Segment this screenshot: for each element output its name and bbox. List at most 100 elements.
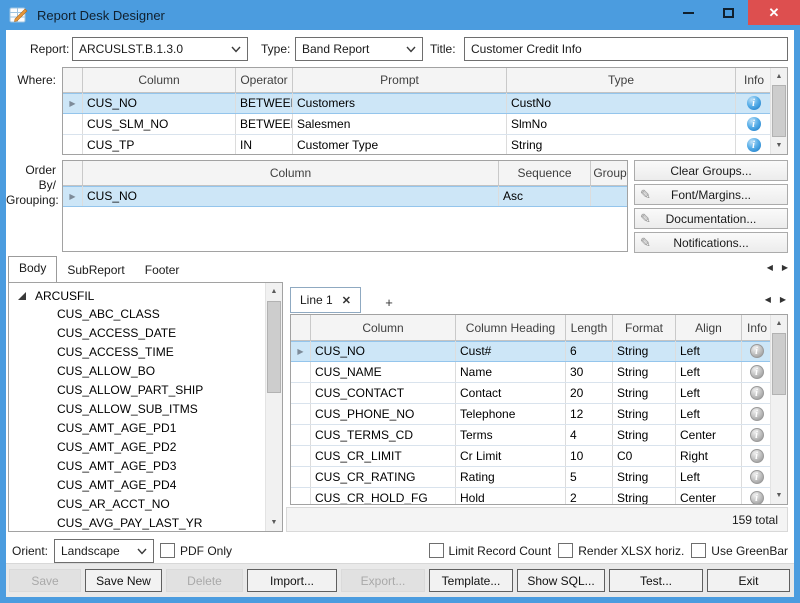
cell-column-heading[interactable]: Name xyxy=(456,362,566,382)
line-table-row[interactable]: ▶ CUS_CR_HOLD_FG Hold 2 String Center i xyxy=(291,488,772,505)
row-selector-cell[interactable]: ▶ xyxy=(291,383,311,403)
cell-align[interactable]: Left xyxy=(676,467,742,487)
tab-scroll-left-icon[interactable]: ◀ xyxy=(765,295,771,304)
cell-length[interactable]: 2 xyxy=(566,488,613,505)
cell-column[interactable]: CUS_SLM_NO xyxy=(83,114,236,134)
row-selector-cell[interactable]: ▶ xyxy=(291,341,311,361)
row-selector-cell[interactable]: ▶ xyxy=(63,186,83,206)
tab-subreport[interactable]: SubReport xyxy=(57,259,134,282)
tree-item[interactable]: CUS_AMT_AGE_PD1 xyxy=(9,419,265,438)
row-selector-cell[interactable]: ▶ xyxy=(63,93,83,113)
cell-column-heading[interactable]: Terms xyxy=(456,425,566,445)
tree-item[interactable]: CUS_AMT_AGE_PD4 xyxy=(9,476,265,495)
tab-scroll-left-icon[interactable]: ◀ xyxy=(767,263,773,272)
order-col-header[interactable]: Sequence xyxy=(499,161,591,185)
info-icon[interactable]: i xyxy=(750,407,764,421)
checkbox-box[interactable] xyxy=(558,543,573,558)
info-icon[interactable]: i xyxy=(750,428,764,442)
cell-column[interactable]: CUS_CR_LIMIT xyxy=(311,446,456,466)
cell-type[interactable]: String xyxy=(507,135,736,155)
where-table-row[interactable]: ▶ CUS_SLM_NO BETWEEN Salesmen SlmNo i xyxy=(63,114,772,135)
tab-scroll-right-icon[interactable]: ▶ xyxy=(782,263,788,272)
row-selector-cell[interactable]: ▶ xyxy=(291,425,311,445)
side-button-documentation[interactable]: ✎ Documentation... xyxy=(634,208,788,229)
tree-item[interactable]: CUS_AMT_AGE_PD2 xyxy=(9,438,265,457)
cell-length[interactable]: 5 xyxy=(566,467,613,487)
add-line-tab-button[interactable]: + xyxy=(376,291,402,313)
minimize-button[interactable] xyxy=(668,0,708,25)
tree-item[interactable]: CUS_ACCESS_DATE xyxy=(9,324,265,343)
scrollbar-thumb[interactable] xyxy=(772,85,786,137)
scrollbar-thumb[interactable] xyxy=(267,301,281,393)
cell-column-heading[interactable]: Hold xyxy=(456,488,566,505)
button-template[interactable]: Template... xyxy=(429,569,513,592)
where-col-header[interactable]: Operator xyxy=(236,68,293,92)
line-table-row[interactable]: ▶ CUS_NO Cust# 6 String Left i xyxy=(291,341,772,362)
info-icon[interactable]: i xyxy=(750,470,764,484)
cell-format[interactable]: String xyxy=(613,425,676,445)
cell-column[interactable]: CUS_NO xyxy=(83,93,236,113)
cell-column[interactable]: CUS_CONTACT xyxy=(311,383,456,403)
where-table-row[interactable]: ▶ CUS_NO BETWEEN Customers CustNo i xyxy=(63,93,772,114)
button-save[interactable]: Save xyxy=(9,569,81,592)
cell-align[interactable]: Center xyxy=(676,425,742,445)
info-icon[interactable]: i xyxy=(750,344,764,358)
info-icon[interactable]: i xyxy=(750,491,764,505)
order-by-table-row[interactable]: ▶ CUS_NO Asc xyxy=(63,186,628,207)
cell-align[interactable]: Center xyxy=(676,488,742,505)
order-col-header[interactable]: Column xyxy=(83,161,499,185)
line-col-header[interactable]: Format xyxy=(613,315,676,340)
where-table-row[interactable]: ▶ CUS_TP IN Customer Type String i xyxy=(63,135,772,155)
button-save-new[interactable]: Save New xyxy=(85,569,162,592)
checkbox-use-greenbar[interactable]: Use GreenBar xyxy=(691,543,788,558)
row-selector-cell[interactable]: ▶ xyxy=(63,114,83,134)
cell-operator[interactable]: BETWEEN xyxy=(236,93,293,113)
where-col-header[interactable]: Prompt xyxy=(293,68,507,92)
info-icon[interactable]: i xyxy=(750,449,764,463)
cell-column-heading[interactable]: Contact xyxy=(456,383,566,403)
vertical-scrollbar[interactable]: ▲ ▼ xyxy=(770,315,787,504)
side-button-clear-groups[interactable]: ✎ Clear Groups... xyxy=(634,160,788,181)
cell-format[interactable]: String xyxy=(613,383,676,403)
cell-type[interactable]: SlmNo xyxy=(507,114,736,134)
cell-column[interactable]: CUS_TP xyxy=(83,135,236,155)
button-export[interactable]: Export... xyxy=(341,569,425,592)
cell-length[interactable]: 10 xyxy=(566,446,613,466)
cell-align[interactable]: Left xyxy=(676,404,742,424)
cell-prompt[interactable]: Salesmen xyxy=(293,114,507,134)
order-col-header[interactable]: Group xyxy=(591,161,628,185)
tab-line-1[interactable]: Line 1 ✕ xyxy=(290,287,361,313)
checkbox-box[interactable] xyxy=(429,543,444,558)
cell-length[interactable]: 6 xyxy=(566,341,613,361)
cell-length[interactable]: 12 xyxy=(566,404,613,424)
checkbox-box[interactable] xyxy=(160,543,175,558)
button-test[interactable]: Test... xyxy=(609,569,703,592)
cell-length[interactable]: 20 xyxy=(566,383,613,403)
cell-column[interactable]: CUS_NO xyxy=(83,186,499,206)
cell-length[interactable]: 30 xyxy=(566,362,613,382)
row-selector-cell[interactable]: ▶ xyxy=(291,362,311,382)
cell-column[interactable]: CUS_NAME xyxy=(311,362,456,382)
cell-format[interactable]: String xyxy=(613,404,676,424)
cell-align[interactable]: Left xyxy=(676,362,742,382)
cell-align[interactable]: Right xyxy=(676,446,742,466)
tree-item[interactable]: CUS_ACCESS_TIME xyxy=(9,343,265,362)
cell-column-heading[interactable]: Cust# xyxy=(456,341,566,361)
cell-column[interactable]: CUS_TERMS_CD xyxy=(311,425,456,445)
cell-prompt[interactable]: Customer Type xyxy=(293,135,507,155)
tree-item[interactable]: CUS_ABC_CLASS xyxy=(9,305,265,324)
tree-item[interactable]: CUS_AR_ACCT_NO xyxy=(9,495,265,514)
checkbox-box[interactable] xyxy=(691,543,706,558)
cell-column[interactable]: CUS_CR_HOLD_FG xyxy=(311,488,456,505)
tree-item[interactable]: CUS_ALLOW_BO xyxy=(9,362,265,381)
info-icon[interactable]: i xyxy=(750,365,764,379)
cell-prompt[interactable]: Customers xyxy=(293,93,507,113)
tab-body[interactable]: Body xyxy=(8,256,57,282)
orient-select[interactable]: Landscape xyxy=(54,539,154,563)
checkbox-render-xlsx-horiz[interactable]: Render XLSX horiz. xyxy=(558,543,684,558)
scroll-up-icon[interactable]: ▲ xyxy=(771,315,787,332)
button-import[interactable]: Import... xyxy=(247,569,337,592)
checkbox-limit-record-count[interactable]: Limit Record Count xyxy=(429,543,552,558)
cell-length[interactable]: 4 xyxy=(566,425,613,445)
tab-footer[interactable]: Footer xyxy=(135,259,190,282)
